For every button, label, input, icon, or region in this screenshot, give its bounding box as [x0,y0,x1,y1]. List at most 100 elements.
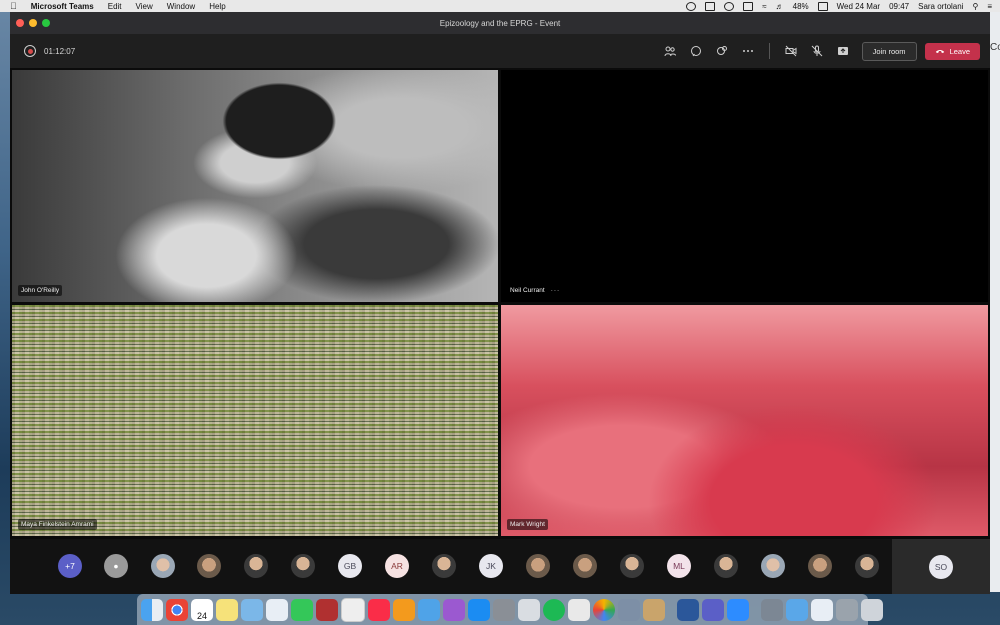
folder-icon[interactable] [786,598,808,621]
chat-icon[interactable] [688,43,704,59]
phone-hangup-icon [935,49,944,54]
participant-name-label: John O'Reilly [18,285,63,296]
participant-avatar[interactable] [151,554,175,578]
contacts-icon[interactable] [341,597,365,622]
participant-avatar-initials[interactable]: ML [667,554,691,578]
screen-mirror-icon[interactable] [743,1,754,11]
battery-percent[interactable]: 48% [793,2,809,11]
leave-button[interactable]: Leave [924,42,980,60]
menu-edit[interactable]: Edit [108,2,122,11]
music-icon[interactable] [368,598,390,621]
menubar-time[interactable]: 09:47 [889,2,909,11]
photo-booth-icon[interactable] [316,598,338,621]
teams-status-icon[interactable] [686,1,697,11]
teams-meeting-window: Epizoology and the EPRG - Event 01:12:07 [10,12,990,594]
video-tile-mark[interactable]: Mark Wright [501,305,988,536]
participant-avatar-initials[interactable]: AR [385,554,409,578]
menubar-date[interactable]: Wed 24 Mar [837,2,880,11]
join-room-button[interactable]: Join room [861,41,917,61]
system-preferences-icon[interactable] [493,598,515,621]
participant-avatar[interactable] [244,554,268,578]
calendar-icon[interactable]: 24 [191,598,213,621]
spotify-icon[interactable] [543,598,565,621]
zoom-icon[interactable] [727,598,749,621]
books-icon[interactable] [393,598,415,621]
meeting-toolbar: 01:12:07 Join room Leave [10,34,990,68]
participant-avatar[interactable] [761,554,785,578]
share-screen-icon[interactable] [835,43,851,59]
more-participants-badge[interactable]: +7 [58,554,82,578]
image-capture-icon[interactable] [618,598,640,621]
participant-avatar[interactable] [291,554,315,578]
self-avatar-initials: SO [929,554,953,579]
camera-off-icon[interactable] [783,43,799,59]
menu-help[interactable]: Help [209,2,225,11]
participant-avatar[interactable]: ● [104,554,128,578]
battery-icon[interactable] [817,1,828,11]
participant-avatar-initials[interactable]: JK [479,554,503,578]
podcasts-icon[interactable] [443,598,465,621]
display-icon[interactable] [705,1,716,11]
messages-icon[interactable] [418,598,440,621]
window-title: Epizoology and the EPRG - Event [439,18,561,28]
participant-avatar[interactable] [197,554,221,578]
menu-view[interactable]: View [136,2,153,11]
window-titlebar: Epizoology and the EPRG - Event [10,12,990,34]
chrome-icon[interactable] [166,598,188,621]
wifi-icon[interactable]: ≈ [762,2,766,11]
mail-icon[interactable] [568,598,590,621]
volume-icon[interactable]: ♬ [776,2,784,11]
self-tile[interactable]: SO [892,539,990,594]
menu-app-name[interactable]: Microsoft Teams [31,2,94,11]
downloads-stack-icon[interactable] [761,598,783,621]
time-machine-icon[interactable] [724,1,735,11]
participant-name-text: Neil Currant [510,287,545,294]
participants-icon[interactable] [662,43,678,59]
notes-icon[interactable] [216,598,238,621]
background-window-text: Co [990,42,1000,53]
menu-window[interactable]: Window [167,2,195,11]
mic-off-icon[interactable] [809,43,825,59]
photos-browser-icon[interactable] [266,598,288,621]
preview-icon[interactable] [241,598,263,621]
spotlight-icon[interactable]: ⚲ [972,2,978,11]
person-icon: ● [113,561,119,571]
participant-avatar[interactable] [526,554,550,578]
video-tile-john[interactable]: John O'Reilly [12,70,498,302]
more-actions-icon[interactable] [740,43,756,59]
photos-icon[interactable] [593,598,615,621]
participant-avatar[interactable] [573,554,597,578]
recording-indicator-icon [24,45,36,57]
tile-more-options[interactable]: ··· [551,287,561,294]
document-stack-icon[interactable] [811,598,833,621]
menubar-user[interactable]: Sara ortolani [918,2,963,11]
participant-name-label: Maya Finkelstein Amrami [18,519,97,530]
control-center-icon[interactable]: ≡ [987,2,992,11]
participant-strip: +7 ● GB AR JK ML SO [10,539,990,594]
participant-avatar[interactable] [855,554,879,578]
launchpad-icon[interactable] [518,598,540,621]
meeting-timer: 01:12:07 [44,46,76,56]
screenshot-stack-icon[interactable] [836,598,858,621]
participant-name-label: Mark Wright [507,519,548,530]
apple-icon[interactable]:  [10,1,17,11]
app-store-icon[interactable] [468,598,490,621]
participant-avatar-initials[interactable]: GB [338,554,362,578]
mac-menubar:  Microsoft Teams Edit View Window Help … [0,0,1000,12]
participant-avatar[interactable] [714,554,738,578]
trash-icon[interactable] [861,598,883,621]
leave-button-label: Leave [949,46,970,56]
word-icon[interactable] [677,598,699,621]
finder-icon[interactable] [141,598,163,621]
participant-avatar[interactable] [620,554,644,578]
participant-avatar[interactable] [808,554,832,578]
participant-avatar[interactable] [432,554,456,578]
facetime-icon[interactable] [291,598,313,621]
video-tile-neil[interactable]: Neil Currant ··· [501,70,988,302]
archive-utility-icon[interactable] [643,598,665,621]
reactions-icon[interactable] [714,43,730,59]
video-tile-maya[interactable]: Maya Finkelstein Amrami [12,305,498,536]
mac-dock: 24 [137,594,883,625]
toolbar-divider [768,43,770,59]
teams-icon[interactable] [702,598,724,621]
